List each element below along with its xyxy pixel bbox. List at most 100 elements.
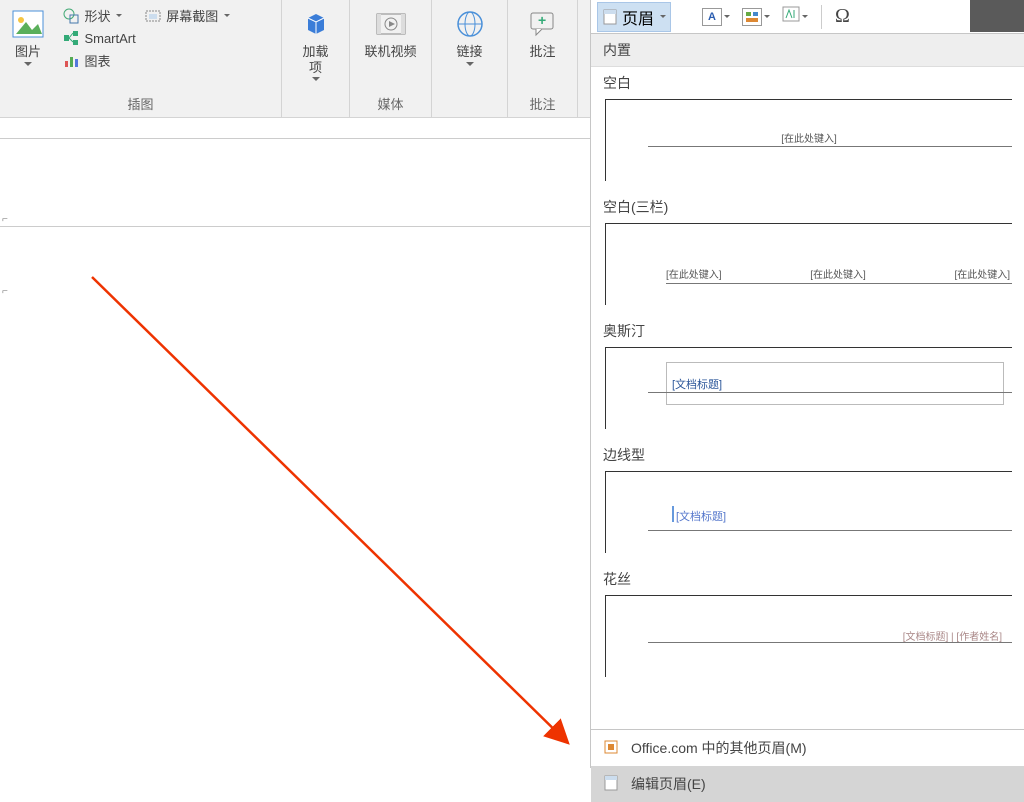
header-item-sideline[interactable]: 边线型 [文档标题] [591, 439, 1024, 563]
builtin-section-title: 内置 [591, 34, 1024, 67]
picture-label: 图片 [15, 44, 41, 60]
preview-box: [在此处键入] [605, 99, 1012, 181]
placeholder-text: [文档标题] | [作者姓名] [903, 628, 1002, 643]
placeholder-text: [在此处键入] [666, 266, 722, 281]
office-icon [603, 739, 621, 757]
addin-label: 加载项 [302, 44, 328, 75]
comment-icon: + [525, 6, 561, 42]
ribbon-group-media: 联机视频 媒体 [350, 0, 432, 117]
header-panel-toolbar: 页眉 A Ω [591, 0, 1024, 34]
preview-label: 奥斯汀 [603, 321, 1012, 341]
group-label-insert: 插图 [0, 94, 281, 113]
link-button[interactable]: 链接 [438, 4, 501, 68]
header-item-austin[interactable]: 奥斯汀 [文档标题] [591, 315, 1024, 439]
video-icon [373, 6, 409, 42]
preview-label: 空白(三栏) [603, 197, 1012, 217]
smartart-icon [62, 29, 80, 47]
preview-label: 边线型 [603, 445, 1012, 465]
preview-line [648, 146, 1012, 147]
shapes-label: 形状 [84, 6, 110, 25]
preview-line [648, 642, 1012, 643]
menu-label: 编辑页眉(E) [631, 774, 706, 794]
preview-label: 花丝 [603, 569, 1012, 589]
link-icon [452, 6, 488, 42]
placeholder-text: [在此处键入] [810, 266, 866, 281]
wordart-icon [782, 6, 800, 27]
header-panel-footer: Office.com 中的其他页眉(M) 编辑页眉(E) [591, 729, 1024, 802]
placeholder-text: [在此处键入] [954, 266, 1010, 281]
shapes-button[interactable]: 形状 [62, 4, 135, 27]
textbox-button[interactable]: A [699, 6, 733, 28]
shapes-icon [62, 7, 80, 25]
header-gallery-panel: 页眉 A Ω 内置 空白 [在此处键入] 空白(三栏) [在此处键入] [590, 0, 1024, 768]
symbol-button[interactable]: Ω [832, 3, 853, 30]
preview-box: [文档标题] | [作者姓名] [605, 595, 1012, 677]
dropdown-caret-icon [224, 14, 230, 17]
preview-label: 空白 [603, 73, 1012, 93]
comment-button[interactable]: + 批注 [514, 4, 571, 62]
picture-icon [10, 6, 46, 42]
smartart-label: SmartArt [84, 31, 135, 46]
dropdown-caret-icon [764, 15, 770, 18]
dropdown-caret-icon [724, 15, 730, 18]
page-header-icon [603, 775, 621, 793]
chart-icon [62, 52, 80, 70]
comment-label: 批注 [529, 44, 555, 60]
edit-header-button[interactable]: 编辑页眉(E) [591, 766, 1024, 802]
omega-icon: Ω [835, 5, 850, 28]
screenshot-label: 屏幕截图 [166, 6, 218, 25]
preview-box: [文档标题] [605, 347, 1012, 429]
dropdown-caret-icon [312, 77, 320, 81]
screenshot-icon [144, 7, 162, 25]
page-corner-marker: ⌐ [2, 286, 8, 297]
dropdown-caret-icon [466, 62, 474, 66]
preview-box: [文档标题] [605, 471, 1012, 553]
chart-button[interactable]: 图表 [62, 49, 135, 72]
header-gallery-body[interactable]: 空白 [在此处键入] 空白(三栏) [在此处键入] [在此处键入] [在此处键入… [591, 67, 1024, 729]
dropdown-caret-icon [802, 15, 808, 18]
placeholder-text: [文档标题] [672, 376, 722, 392]
placeholder-text: [文档标题] [676, 508, 726, 524]
addin-button[interactable]: 加载项 [288, 4, 343, 83]
placeholder-text: [在此处键入] [606, 130, 1012, 145]
page-corner-marker: ⌐ [2, 214, 8, 225]
header-separator-line [0, 226, 590, 227]
dropdown-caret-icon [116, 14, 122, 17]
wordart-button[interactable] [779, 4, 811, 29]
quickparts-icon [742, 8, 762, 26]
chart-label: 图表 [84, 51, 110, 70]
header-item-filigree[interactable]: 花丝 [文档标题] | [作者姓名] [591, 563, 1024, 687]
online-video-button[interactable]: 联机视频 [356, 4, 425, 62]
dropdown-caret-icon [24, 62, 32, 66]
ruler-line [0, 138, 590, 139]
smartart-button[interactable]: SmartArt [62, 27, 135, 49]
addin-icon [298, 6, 334, 42]
group-label-media: 媒体 [350, 94, 431, 113]
ribbon-group-comment: + 批注 批注 [508, 0, 578, 117]
video-label: 联机视频 [364, 44, 416, 60]
menu-label: Office.com 中的其他页眉(M) [631, 738, 807, 758]
preview-line [648, 530, 1012, 531]
link-label: 链接 [456, 44, 482, 60]
page-header-icon [602, 9, 618, 25]
separator [821, 5, 822, 29]
webcam-preview [970, 0, 1024, 32]
screenshot-button[interactable]: 屏幕截图 [144, 4, 230, 27]
placeholder-row: [在此处键入] [在此处键入] [在此处键入] [666, 266, 1012, 284]
header-item-blank[interactable]: 空白 [在此处键入] [591, 67, 1024, 191]
ribbon-group-addin: 加载项 [282, 0, 350, 117]
document-area[interactable]: ⌐ ⌐ [0, 118, 590, 768]
group-label-comment: 批注 [508, 94, 577, 113]
header-item-blank-three[interactable]: 空白(三栏) [在此处键入] [在此处键入] [在此处键入] [591, 191, 1024, 315]
ribbon-group-insert: 图片 形状 SmartArt 图表 屏幕截图 [0, 0, 282, 117]
picture-button[interactable]: 图片 [6, 4, 50, 68]
quickparts-button[interactable] [739, 6, 773, 28]
preview-box: [在此处键入] [在此处键入] [在此处键入] [605, 223, 1012, 305]
ribbon-group-link: 链接 [432, 0, 508, 117]
dropdown-caret-icon [660, 15, 666, 18]
preview-line [648, 392, 1012, 393]
header-dropdown-label: 页眉 [622, 5, 654, 29]
more-headers-office-button[interactable]: Office.com 中的其他页眉(M) [591, 730, 1024, 766]
header-dropdown-button[interactable]: 页眉 [597, 2, 671, 32]
textbox-icon: A [702, 8, 722, 26]
